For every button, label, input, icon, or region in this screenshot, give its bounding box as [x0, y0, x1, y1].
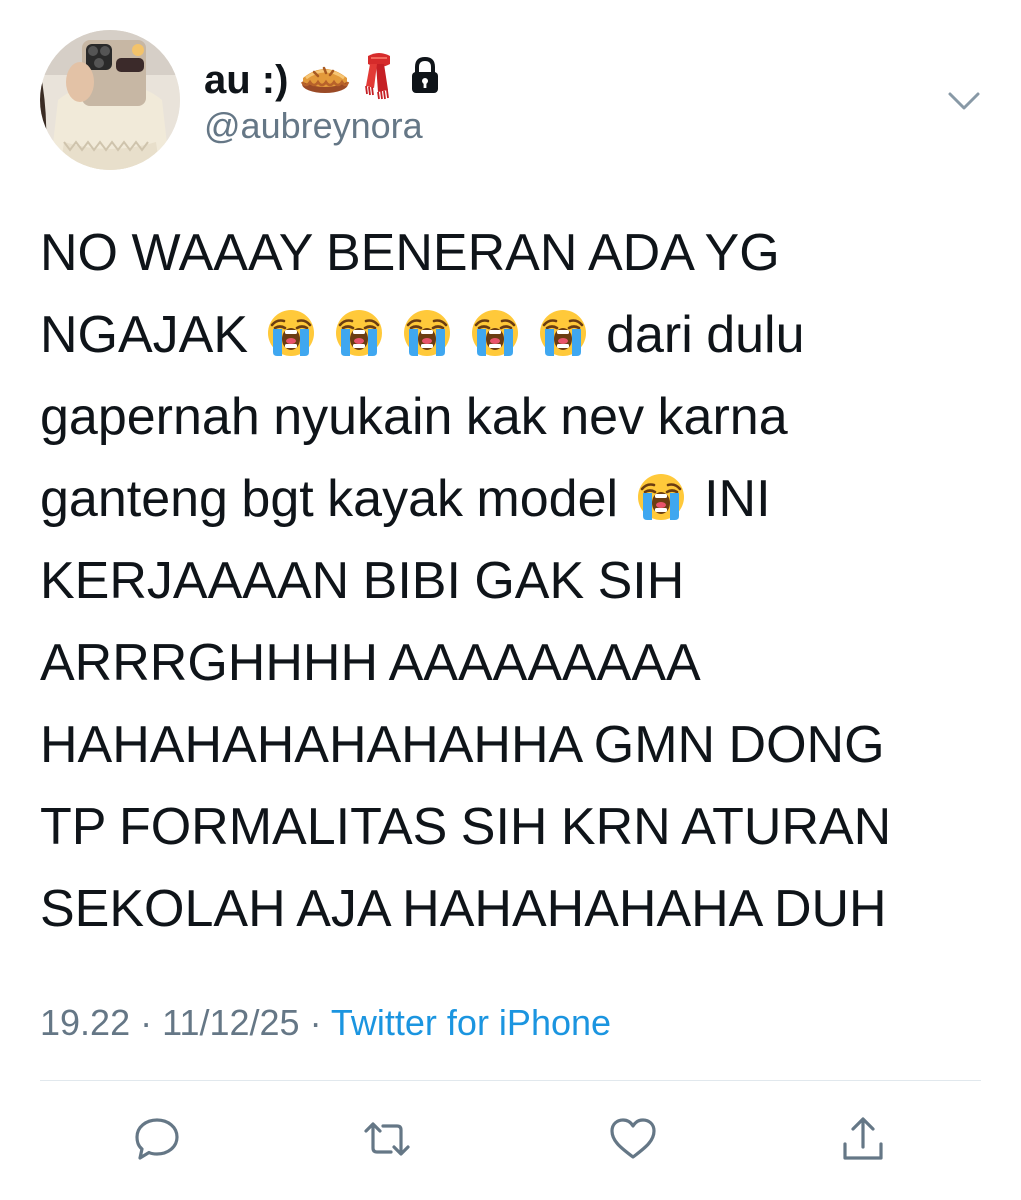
tweet-line-segment: dari dulu: [606, 306, 805, 364]
tweet-line-with-emoji: NGAJAK dari dulu: [40, 294, 990, 376]
display-name-text: au :): [204, 57, 289, 102]
tweet-date[interactable]: 11/12/25: [162, 1002, 299, 1043]
loudly-crying-face-icon: [636, 464, 686, 520]
divider: [40, 1080, 981, 1081]
meta-separator: ·: [299, 1002, 331, 1043]
tweet-line: SEKOLAH AJA HAHAHAHAHA DUH: [40, 880, 887, 938]
tweet-line: gapernah nyukain kak nev karna: [40, 388, 788, 446]
loudly-crying-face-icon: [266, 300, 316, 356]
retweet-icon[interactable]: [362, 1114, 412, 1164]
tweet-line: HAHAHAHAHAHAHHA GMN DONG: [40, 716, 885, 774]
reply-icon[interactable]: [132, 1114, 182, 1164]
like-heart-icon[interactable]: [608, 1114, 658, 1164]
tweet-line-with-emoji: ganteng bgt kayak model INI: [40, 458, 990, 540]
meta-separator: ·: [130, 1002, 163, 1043]
display-name[interactable]: au :): [204, 52, 454, 107]
loudly-crying-face-icon: [334, 300, 384, 356]
tweet-line-segment: ganteng bgt kayak model: [40, 470, 619, 528]
loudly-crying-face-icon: [402, 300, 452, 356]
tweet-line: KERJAAAAN BIBI GAK SIH: [40, 552, 685, 610]
tweet-text: NO WAAAY BENERAN ADA YG NGAJAK dari dulu …: [40, 212, 990, 950]
scarf-emoji-icon: [362, 52, 396, 107]
user-handle[interactable]: @aubreynora: [204, 108, 423, 144]
avatar-image: [40, 30, 180, 170]
tweet-source-link[interactable]: Twitter for iPhone: [331, 1002, 611, 1043]
loudly-crying-face-icon: [538, 300, 588, 356]
tweet-line-segment: INI: [704, 470, 771, 528]
tweet-time[interactable]: 19.22: [40, 1002, 130, 1043]
tweet-meta: 19.22 · 11/12/25 · Twitter for iPhone: [40, 1001, 611, 1045]
loudly-crying-face-icon: [470, 300, 520, 356]
share-icon[interactable]: [838, 1114, 888, 1164]
avatar[interactable]: [40, 30, 180, 170]
tweet-line: NO WAAAY BENERAN ADA YG: [40, 224, 780, 282]
lock-icon: [408, 56, 442, 103]
tweet-card: au :) @aubreynora NO WAAAY BENERAN ADA Y…: [0, 0, 1021, 1200]
tweet-line: ARRRGHHHH AAAAAAAAA: [40, 634, 701, 692]
tweet-line: TP FORMALITAS SIH KRN ATURAN: [40, 798, 892, 856]
pie-emoji-icon: [300, 54, 350, 105]
tweet-line-segment: NGAJAK: [40, 306, 249, 364]
chevron-down-icon[interactable]: [944, 86, 984, 116]
